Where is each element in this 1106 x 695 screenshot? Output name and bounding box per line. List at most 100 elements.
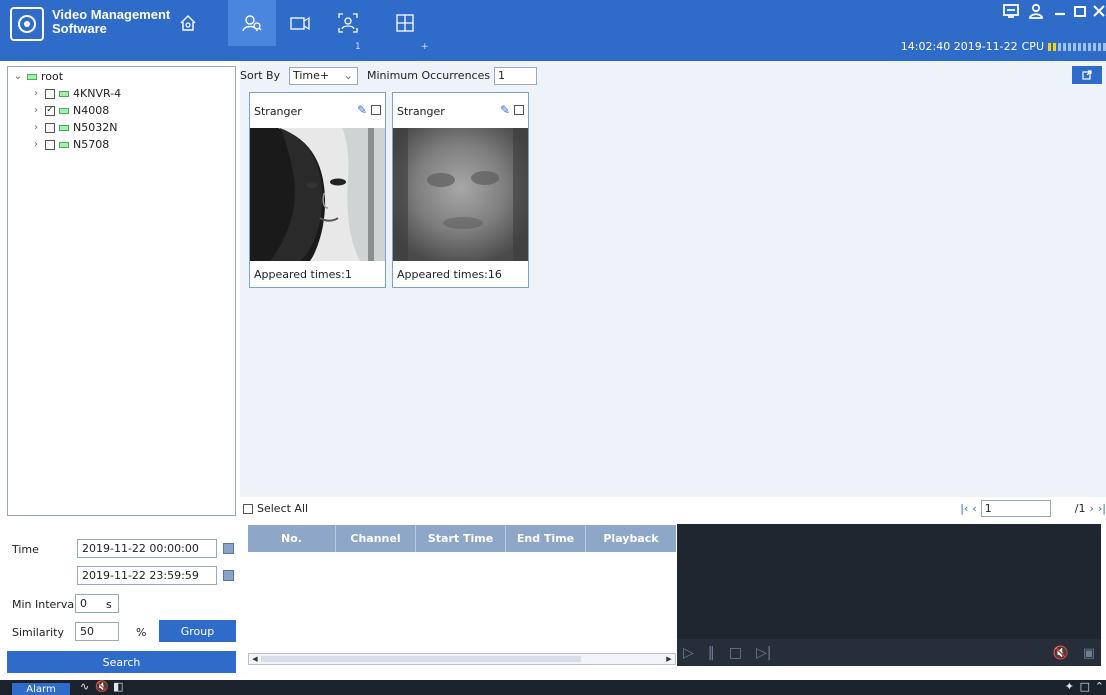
table-header: No. Channel Start Time End Time Playback <box>248 525 676 552</box>
tree-device-n5032n[interactable]: › N5032N <box>31 121 117 134</box>
page-input[interactable]: 1 <box>980 500 1051 517</box>
edit-icon[interactable]: ✎ <box>500 103 510 117</box>
start-time-input[interactable]: 2019-11-22 00:00:00 <box>77 539 217 558</box>
export-icon <box>1082 70 1092 80</box>
min-occurrences-label: Minimum Occurrences <box>367 69 491 82</box>
tree-root[interactable]: ⌄ root <box>13 70 63 83</box>
min-interval-unit: s <box>106 598 112 611</box>
device-label: N5708 <box>73 138 110 151</box>
step-forward-icon[interactable]: ▷| <box>756 645 771 661</box>
first-page-icon[interactable]: |‹ <box>960 502 968 515</box>
column-header[interactable]: Start Time <box>416 525 506 552</box>
scroll-left-icon[interactable]: ◀ <box>250 654 260 664</box>
column-header[interactable]: Playback <box>586 525 676 552</box>
device-checkbox[interactable] <box>45 122 55 133</box>
device-checkbox[interactable] <box>45 88 55 99</box>
select-all[interactable]: Select All <box>243 502 308 515</box>
select-all-checkbox[interactable] <box>243 503 253 514</box>
pagination: |‹ ‹ 1 /1 › ›| <box>960 500 1106 517</box>
restore-icon[interactable]: □ <box>1080 680 1090 693</box>
result-card[interactable]: Stranger ✎ Appeared times:1 <box>249 92 386 288</box>
column-header[interactable]: End Time <box>506 525 586 552</box>
device-group-icon <box>27 73 37 80</box>
alarm-tab[interactable]: Alarm <box>12 683 70 695</box>
device-checkbox[interactable]: ✓ <box>45 105 55 116</box>
result-checkbox[interactable] <box>514 105 524 115</box>
device-label: 4KNVR-4 <box>73 87 122 100</box>
result-name: Stranger <box>254 105 302 118</box>
face-recognition-tab[interactable] <box>324 0 372 46</box>
export-button[interactable] <box>1072 66 1102 84</box>
mute-icon[interactable]: 🔇 <box>1053 646 1069 661</box>
calendar-icon[interactable] <box>223 543 234 554</box>
search-form: Time 2019-11-22 00:00:00 2019-11-22 23:5… <box>7 520 236 675</box>
tree-device-n4008[interactable]: › ✓ N4008 <box>31 104 109 117</box>
device-label: N5032N <box>73 121 118 134</box>
scroll-right-icon[interactable]: ▶ <box>664 654 674 664</box>
tree-device-4knvr[interactable]: › 4KNVR-4 <box>31 87 121 100</box>
chevron-down-icon[interactable]: ⌄ <box>13 71 23 82</box>
app-logo <box>10 7 44 41</box>
scroll-thumb[interactable] <box>261 656 581 662</box>
next-page-icon[interactable]: › <box>1089 502 1093 515</box>
device-tree: ⌄ root › 4KNVR-4 › ✓ N4008 › N5032N › N5… <box>7 66 236 516</box>
mute-icon[interactable]: 🔇 <box>95 680 109 693</box>
similarity-unit: % <box>136 626 147 639</box>
search-button[interactable]: Search <box>7 651 236 673</box>
result-card[interactable]: Stranger ✎ Appeared times:16 <box>392 92 529 288</box>
calendar-icon[interactable] <box>223 570 234 581</box>
collapse-icon[interactable]: ⌃ <box>1095 680 1104 693</box>
maximize-icon[interactable] <box>1073 3 1087 23</box>
chevron-right-icon[interactable]: › <box>31 88 41 99</box>
sort-by-select[interactable]: Time+ ⌄ <box>289 67 358 85</box>
face-search-tab[interactable] <box>228 0 276 46</box>
playback-tab[interactable] <box>276 0 324 46</box>
end-time-input[interactable]: 2019-11-22 23:59:59 <box>77 566 217 585</box>
device-label: N4008 <box>73 104 110 117</box>
page-total: /1 <box>1074 502 1086 515</box>
alarm-window-icon[interactable]: ◧ <box>113 680 123 693</box>
column-header[interactable]: Channel <box>336 525 416 552</box>
home-icon <box>180 15 196 31</box>
face-thumbnail[interactable] <box>250 128 385 261</box>
monitor-icon[interactable] <box>1003 3 1019 23</box>
face-thumbnail[interactable] <box>393 128 528 261</box>
fullscreen-icon[interactable]: ▣ <box>1083 646 1095 661</box>
chevron-right-icon[interactable]: › <box>31 122 41 133</box>
chevron-right-icon[interactable]: › <box>31 105 41 116</box>
horizontal-scrollbar[interactable]: ◀ ▶ <box>248 653 676 665</box>
min-interval-input[interactable]: 0 <box>75 594 119 613</box>
tree-device-n5708[interactable]: › N5708 <box>31 138 109 151</box>
app-title: Video Management Software <box>52 7 171 36</box>
time-label: Time <box>12 543 39 556</box>
stop-icon[interactable]: □ <box>729 645 742 661</box>
min-occurrences-input[interactable]: 1 <box>494 67 537 85</box>
result-checkbox[interactable] <box>371 105 381 115</box>
device-checkbox[interactable] <box>45 139 55 150</box>
edit-icon[interactable]: ✎ <box>357 103 367 117</box>
user-icon[interactable] <box>1028 3 1044 23</box>
grid-tab[interactable] <box>381 0 429 46</box>
minimize-icon[interactable] <box>1053 3 1067 23</box>
top-bar: Video Management Software 1 + 14:02:40 2… <box>0 0 1106 61</box>
similarity-input[interactable]: 50 <box>75 622 119 641</box>
similarity-label: Similarity <box>12 626 65 639</box>
pin-icon[interactable]: ✦ <box>1065 680 1074 693</box>
select-all-label: Select All <box>257 502 309 515</box>
cpu-meter-fill <box>1048 42 1058 51</box>
status-bar: 14:02:40 2019-11-22 CPU <box>901 40 1106 53</box>
face-recognition-icon <box>338 13 358 33</box>
group-button[interactable]: Group <box>159 620 236 642</box>
chevron-right-icon[interactable]: › <box>31 139 41 150</box>
alarm-clear-icon[interactable]: ∿ <box>80 680 89 693</box>
video-player[interactable]: ▷ ‖ □ ▷| 🔇 ▣ <box>677 524 1101 666</box>
prev-page-icon[interactable]: ‹ <box>972 502 976 515</box>
close-icon[interactable] <box>1092 3 1106 23</box>
last-page-icon[interactable]: ›| <box>1098 502 1106 515</box>
appeared-times: Appeared times:1 <box>254 268 352 281</box>
result-name: Stranger <box>397 105 445 118</box>
column-header[interactable]: No. <box>248 525 336 552</box>
home-tab[interactable] <box>164 0 212 46</box>
pause-icon[interactable]: ‖ <box>708 645 715 661</box>
play-icon[interactable]: ▷ <box>683 645 694 661</box>
